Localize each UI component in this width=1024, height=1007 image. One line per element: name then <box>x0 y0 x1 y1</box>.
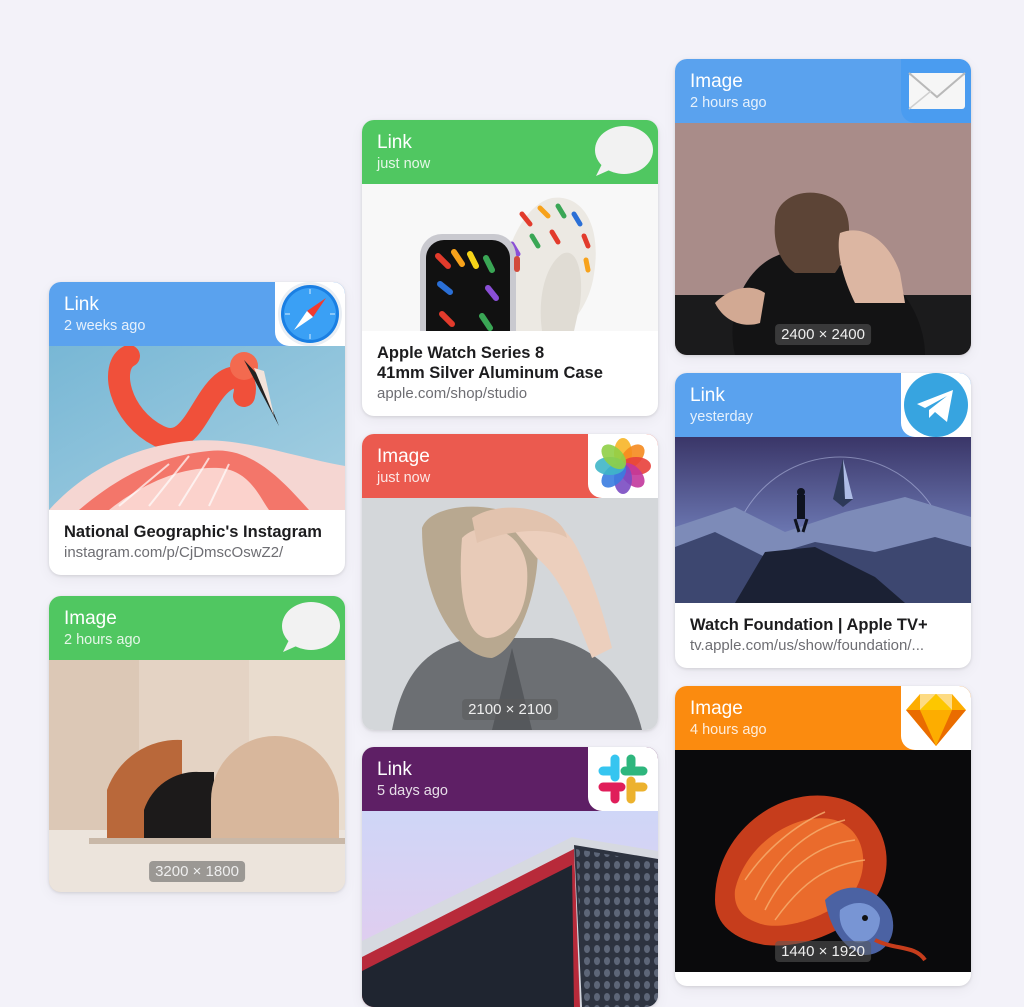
apple-watch-image <box>362 184 658 331</box>
card-timestamp: 5 days ago <box>377 783 448 799</box>
sketch-icon <box>901 686 971 750</box>
building-image <box>362 811 658 1007</box>
clip-card-image-betta-fish[interactable]: Image 4 hours ago 1440 × 1920 <box>675 686 971 986</box>
embrace-image: 2400 × 2400 <box>675 123 971 355</box>
card-header: Image 2 hours ago <box>49 596 345 660</box>
link-url[interactable]: instagram.com/p/CjDmscOswZ2/ <box>64 544 330 561</box>
card-header: Link just now <box>362 120 658 184</box>
messages-icon <box>275 596 345 660</box>
card-header: Image 4 hours ago <box>675 686 971 750</box>
card-timestamp: just now <box>377 470 431 486</box>
card-timestamp: yesterday <box>690 409 753 425</box>
foundation-poster-image <box>675 437 971 603</box>
card-timestamp: 2 weeks ago <box>64 318 146 334</box>
card-header: Link 5 days ago <box>362 747 658 811</box>
link-url[interactable]: apple.com/shop/studio <box>377 385 643 402</box>
card-type-label: Link <box>377 132 412 153</box>
link-title: National Geographic's Instagram <box>64 523 322 541</box>
betta-fish-image: 1440 × 1920 <box>675 750 971 972</box>
image-dimensions: 3200 × 1800 <box>149 861 245 882</box>
link-url[interactable]: tv.apple.com/us/show/foundation/... <box>690 637 956 654</box>
messages-icon <box>588 120 658 184</box>
image-dimensions: 1440 × 1920 <box>775 941 871 962</box>
telegram-icon <box>901 373 971 437</box>
card-timestamp: 4 hours ago <box>690 722 767 738</box>
flamingo-image <box>49 346 345 510</box>
card-footer: National Geographic's Instagram instagra… <box>49 510 345 575</box>
clip-card-image-woman[interactable]: Image just now 2100 × 2100 <box>362 434 658 730</box>
card-timestamp: 2 hours ago <box>690 95 767 111</box>
card-type-label: Link <box>64 294 99 315</box>
image-dimensions: 2100 × 2100 <box>462 699 558 720</box>
card-header: Link yesterday <box>675 373 971 437</box>
clip-card-image-arches[interactable]: Image 2 hours ago 3200 × 1800 <box>49 596 345 892</box>
link-title: Watch Foundation | Apple TV+ <box>690 616 928 634</box>
card-type-label: Image <box>377 446 430 467</box>
image-dimensions: 2400 × 2400 <box>775 324 871 345</box>
clip-card-image-embrace[interactable]: Image 2 hours ago 2400 × 2400 <box>675 59 971 355</box>
card-footer: Apple Watch Series 8 41mm Silver Aluminu… <box>362 331 658 416</box>
card-timestamp: just now <box>377 156 431 172</box>
card-type-label: Image <box>64 608 117 629</box>
card-type-label: Link <box>690 385 725 406</box>
clip-card-link-instagram[interactable]: Link 2 weeks ago National Geographic's I… <box>49 282 345 575</box>
slack-icon <box>588 747 658 811</box>
clip-card-link-architecture[interactable]: Link 5 days ago <box>362 747 658 1007</box>
card-timestamp: 2 hours ago <box>64 632 141 648</box>
card-header: Link 2 weeks ago <box>49 282 345 346</box>
arches-image: 3200 × 1800 <box>49 660 345 892</box>
woman-portrait-image: 2100 × 2100 <box>362 498 658 730</box>
link-title-line-1: Apple Watch Series 8 <box>377 344 545 362</box>
clip-card-link-apple-watch[interactable]: Link just now Apple Watch Series 8 41mm … <box>362 120 658 416</box>
card-type-label: Image <box>690 698 743 719</box>
card-header: Image 2 hours ago <box>675 59 971 123</box>
card-type-label: Link <box>377 759 412 780</box>
card-footer: Watch Foundation | Apple TV+ tv.apple.co… <box>675 603 971 668</box>
card-header: Image just now <box>362 434 658 498</box>
link-title-line-2: 41mm Silver Aluminum Case <box>377 364 603 382</box>
photos-icon <box>588 434 658 498</box>
safari-icon <box>275 282 345 346</box>
card-type-label: Image <box>690 71 743 92</box>
clip-card-link-foundation[interactable]: Link yesterday Watch Foundation | Apple … <box>675 373 971 668</box>
mail-icon <box>901 59 971 123</box>
